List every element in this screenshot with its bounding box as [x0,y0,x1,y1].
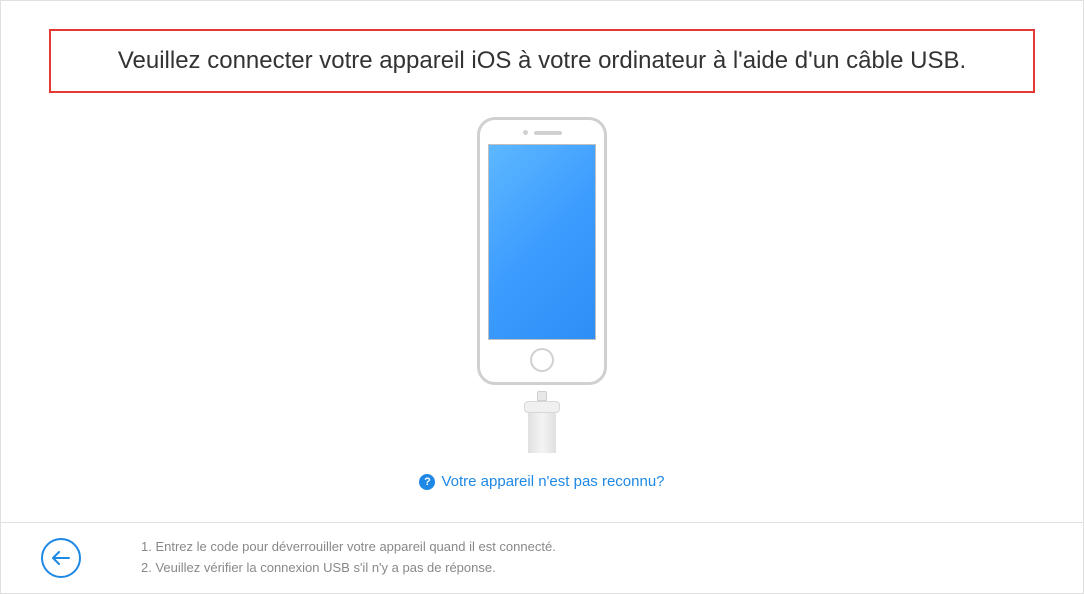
arrow-left-icon [52,551,70,565]
footer-bar: 1. Entrez le code pour déverrouiller vot… [1,522,1083,593]
help-link[interactable]: ? Votre appareil n'est pas reconnu? [419,473,664,490]
tip-line-1: 1. Entrez le code pour déverrouiller vot… [141,537,556,558]
phone-top-bar [523,130,562,136]
back-button[interactable] [41,538,81,578]
lightning-connector-icon [524,391,560,413]
tips-text: 1. Entrez le code pour déverrouiller vot… [141,537,556,579]
instruction-title: Veuillez connecter votre appareil iOS à … [81,47,1003,75]
question-mark-icon: ? [419,474,435,490]
help-link-text: Votre appareil n'est pas reconnu? [441,473,664,490]
tip-line-2: 2. Veuillez vérifier la connexion USB s'… [141,558,556,579]
phone-speaker-icon [534,131,562,135]
phone-illustration [477,117,607,453]
main-area: Veuillez connecter votre appareil iOS à … [1,1,1083,522]
usb-cable-icon [524,391,560,453]
phone-home-button-icon [530,348,554,372]
phone-screen-icon [488,144,596,340]
instruction-title-box: Veuillez connecter votre appareil iOS à … [49,29,1035,93]
phone-camera-icon [523,130,528,135]
cable-wire-icon [528,413,556,453]
phone-icon [477,117,607,385]
main-container: Veuillez connecter votre appareil iOS à … [0,0,1084,594]
